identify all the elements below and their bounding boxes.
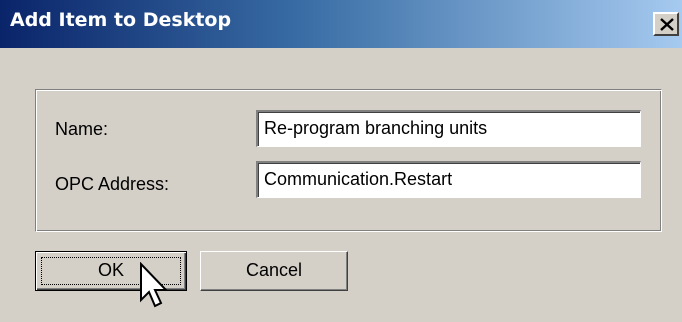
cancel-button-label: Cancel	[245, 260, 303, 280]
title-bar[interactable]: Add Item to Desktop	[0, 0, 682, 48]
opc-address-label: OPC Address:	[55, 174, 170, 194]
dialog-title: Add Item to Desktop	[10, 9, 232, 31]
opc-address-field[interactable]: Communication.Restart	[256, 161, 641, 198]
close-x-icon	[660, 18, 674, 31]
close-button[interactable]	[653, 12, 679, 36]
cancel-button[interactable]: Cancel	[200, 251, 348, 291]
name-field[interactable]: Re-program branching units	[256, 110, 641, 147]
add-item-dialog: Add Item to Desktop Name: Re-program bra…	[0, 0, 682, 322]
ok-button-label: OK	[97, 260, 124, 280]
ok-button[interactable]: OK	[35, 251, 187, 291]
name-label: Name:	[55, 119, 109, 139]
